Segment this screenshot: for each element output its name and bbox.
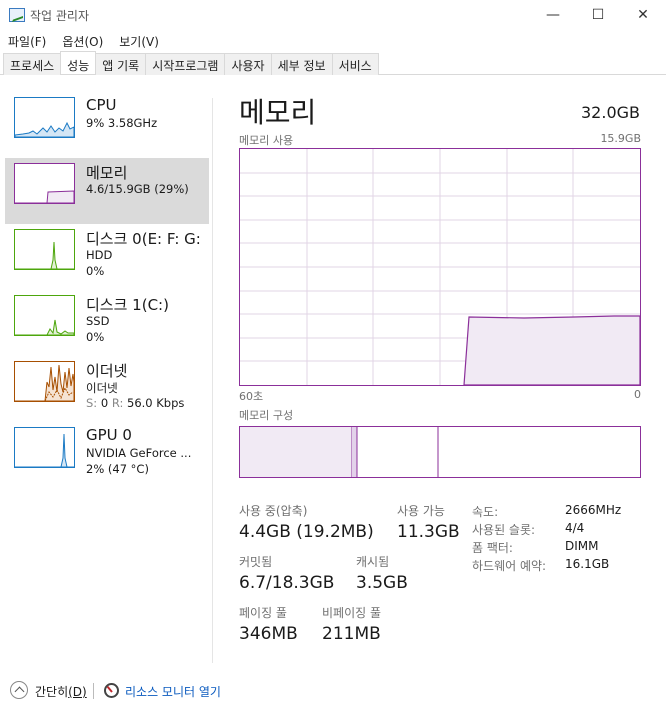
resource-list: CPU 9% 3.58GHz 메모리 4.6/15.9GB (29%) 디스크 … (0, 92, 212, 488)
tab-app-history[interactable]: 앱 기록 (95, 53, 147, 75)
resource-item-disk-1[interactable]: 디스크 1(C:) SSD 0% (5, 290, 209, 356)
hardware-reserved-value: 16.1GB (565, 557, 610, 571)
total-memory: 32.0GB (581, 103, 640, 122)
resource-title: CPU (86, 96, 117, 114)
committed-value: 6.7/18.3GB (239, 573, 335, 593)
tab-services[interactable]: 서비스 (331, 53, 379, 75)
cached-label: 캐시됨 (356, 555, 390, 569)
chevron-up-icon[interactable] (10, 681, 28, 699)
close-button[interactable]: ✕ (620, 0, 666, 30)
cpu-thumbnail-graph (14, 97, 75, 138)
speed-label: 속도: (472, 505, 499, 519)
tab-users[interactable]: 사용자 (224, 53, 272, 75)
disk0-thumbnail-graph (14, 229, 75, 270)
available-value: 11.3GB (397, 522, 460, 542)
form-factor-label: 폼 팩터: (472, 541, 513, 555)
memory-usage-area (463, 315, 641, 386)
tab-performance[interactable]: 성능 (60, 51, 97, 74)
resource-item-ethernet[interactable]: 이더넷 이더넷 S: 0 R: 56.0 Kbps (5, 356, 209, 422)
cached-value: 3.5GB (356, 573, 408, 593)
memory-thumbnail-graph (14, 163, 75, 204)
disk1-thumbnail-graph (14, 295, 75, 336)
resource-detail: SSD (86, 314, 110, 328)
fewer-details-key: (D) (68, 685, 87, 699)
tab-details[interactable]: 세부 정보 (270, 53, 333, 75)
resource-title: GPU 0 (86, 426, 132, 444)
resource-item-disk-0[interactable]: 디스크 0(E: F: G: HDD 0% (5, 224, 209, 290)
maximize-button[interactable]: ☐ (575, 0, 621, 30)
open-resource-monitor-link[interactable]: 리소스 모니터 열기 (125, 683, 221, 700)
resource-title: 디스크 1(C:) (86, 296, 169, 314)
resource-usage: 0% (86, 330, 105, 344)
nonpaged-pool-value: 211MB (322, 624, 381, 644)
footer-separator (93, 683, 94, 699)
usage-graph-label: 메모리 사용 (239, 134, 294, 147)
form-factor-value: DIMM (565, 539, 599, 553)
committed-label: 커밋됨 (239, 555, 273, 569)
tab-startup[interactable]: 시작프로그램 (145, 53, 226, 75)
hardware-reserved-label: 하드웨어 예약: (472, 559, 547, 573)
time-axis-start: 60초 (239, 390, 264, 403)
fewer-details-link[interactable]: 간단히(D) (35, 683, 87, 700)
menu-bar: 파일(F) 옵션(O) 보기(V) (0, 30, 167, 52)
resource-detail: 4.6/15.9GB (29%) (86, 182, 189, 196)
slots-used-value: 4/4 (565, 521, 585, 535)
slots-used-label: 사용된 슬롯: (472, 523, 536, 537)
available-label: 사용 가능 (397, 504, 445, 518)
menu-file[interactable]: 파일(F) (0, 30, 54, 52)
receive-value: 56.0 Kbps (127, 396, 185, 410)
resource-item-gpu-0[interactable]: GPU 0 NVIDIA GeForce ... 2% (47 °C) (5, 422, 209, 488)
resource-throughput: S: 0 R: 56.0 Kbps (86, 396, 184, 410)
resource-usage: 0% (86, 264, 105, 278)
footer-bar: 간단히(D) 리소스 모니터 열기 (0, 676, 666, 704)
send-label: S: (86, 396, 98, 410)
menu-options[interactable]: 옵션(O) (54, 30, 111, 52)
resource-usage: 2% (47 °C) (86, 462, 149, 476)
in-use-value: 4.4GB (19.2MB) (239, 522, 374, 542)
gpu-thumbnail-graph (14, 427, 75, 468)
resource-item-cpu[interactable]: CPU 9% 3.58GHz (5, 92, 209, 158)
receive-label: R: (111, 396, 124, 410)
speed-value: 2666MHz (565, 503, 622, 517)
memory-usage-graph (239, 148, 641, 386)
resource-item-memory[interactable]: 메모리 4.6/15.9GB (29%) (5, 158, 209, 224)
composition-label: 메모리 구성 (239, 409, 294, 422)
paged-pool-label: 페이징 풀 (239, 606, 287, 620)
memory-composition-graph (239, 426, 641, 478)
in-use-label: 사용 중(압축) (239, 504, 308, 518)
menu-view[interactable]: 보기(V) (111, 30, 167, 52)
usage-graph-max: 15.9GB (600, 132, 641, 145)
title-bar: 작업 관리자 — ☐ ✕ (0, 0, 666, 30)
nonpaged-pool-label: 비페이징 풀 (322, 606, 382, 620)
resource-title: 메모리 (86, 164, 128, 182)
paged-pool-value: 346MB (239, 624, 298, 644)
resource-detail: HDD (86, 248, 113, 262)
minimize-button[interactable]: — (530, 0, 576, 30)
resource-monitor-icon[interactable] (104, 683, 119, 698)
fewer-details-label: 간단히 (35, 685, 69, 699)
time-axis-end: 0 (634, 388, 641, 401)
tab-bar: 프로세스 성능 앱 기록 시작프로그램 사용자 세부 정보 서비스 (0, 51, 666, 75)
send-value: 0 (100, 396, 109, 410)
page-title: 메모리 (239, 96, 317, 129)
tab-processes[interactable]: 프로세스 (3, 53, 62, 75)
resource-detail: 9% 3.58GHz (86, 116, 158, 130)
window-title: 작업 관리자 (30, 9, 90, 23)
task-manager-icon (9, 8, 25, 22)
resource-detail: 이더넷 (86, 381, 118, 395)
ethernet-thumbnail-graph (14, 361, 75, 402)
resource-title: 디스크 0(E: F: G: (86, 230, 201, 248)
panel-divider (212, 98, 213, 663)
resource-title: 이더넷 (86, 362, 128, 380)
resource-detail: NVIDIA GeForce ... (86, 446, 192, 460)
